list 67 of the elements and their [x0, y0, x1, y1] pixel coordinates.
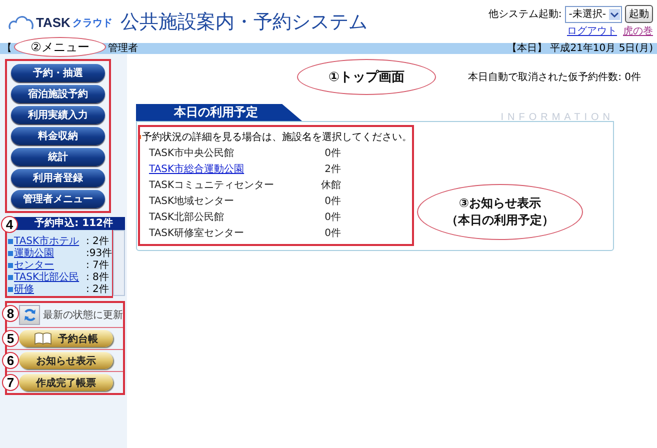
usage-count: 休館 — [320, 179, 341, 192]
facility-name: TASKコミュニティセンター — [149, 179, 276, 192]
usage-count: 0件 — [324, 147, 341, 160]
facility-link[interactable]: センター — [14, 258, 84, 272]
menu-button[interactable]: 統計 — [11, 148, 105, 166]
brand-sub: クラウド — [72, 16, 112, 30]
facility-name: TASK研修室センター — [149, 226, 246, 240]
system-select[interactable]: -未選択- — [564, 6, 622, 22]
scrollbar[interactable] — [113, 230, 125, 296]
facility-link[interactable]: TASK北部公民 — [14, 270, 84, 284]
usage-count: 0件 — [324, 227, 341, 240]
book-icon — [34, 332, 52, 345]
menu-button[interactable]: 管理者メニュー — [11, 190, 105, 208]
request-count: : 2件 — [86, 283, 109, 296]
facility-link[interactable]: 運動公園 — [14, 246, 84, 260]
callout-number: 4 — [1, 216, 18, 233]
usage-count: 2件 — [324, 163, 341, 176]
callout-number: 7 — [2, 374, 19, 391]
header-link[interactable]: 虎の巻 — [623, 24, 653, 38]
today-date: 【本日】 平成21年10月 5日(月) — [507, 43, 653, 54]
facility-name: TASK地域センター — [149, 194, 236, 208]
menu-button[interactable]: 料金収納 — [11, 127, 105, 145]
cancelled-notice: 本日自動で取消された仮予約件数: 0件 — [468, 70, 641, 85]
facility-name: TASK市中央公民館 — [149, 146, 236, 160]
user-label: 【 — [2, 43, 12, 54]
menu-button[interactable]: 予約・抽選 — [11, 64, 105, 82]
usage-count: 0件 — [324, 195, 341, 208]
request-count: : 2件 — [86, 235, 109, 248]
user-role: 管理者 — [108, 43, 138, 54]
action-button[interactable]: お知らせ表示 — [19, 352, 113, 369]
request-count: : 7件 — [86, 259, 109, 272]
callout-number: 5 — [2, 330, 19, 347]
refresh-button[interactable] — [19, 305, 40, 325]
app-title: 公共施設案内・予約システム — [120, 10, 368, 34]
callout-text: （本日の利用予定） — [446, 212, 554, 229]
ledger-button[interactable]: 予約台帳 — [19, 330, 113, 347]
bullet-icon — [8, 274, 13, 280]
menu-button[interactable]: 利用者登録 — [11, 169, 105, 187]
menu-button[interactable]: 利用実績入力 — [11, 106, 105, 124]
bullet-icon — [8, 238, 13, 244]
callout-number: 6 — [2, 352, 19, 369]
menu-button[interactable]: 宿泊施設予約 — [11, 85, 105, 103]
header-link[interactable]: ログアウト — [567, 24, 617, 38]
refresh-label: 最新の状態に更新 — [43, 308, 123, 322]
bullet-icon — [8, 262, 13, 268]
section-watermark: INFORMATION — [500, 112, 614, 123]
request-count: :93件 — [86, 247, 112, 260]
bullet-icon — [8, 286, 13, 292]
bullet-icon — [8, 250, 13, 256]
request-count: : 8件 — [86, 271, 109, 284]
cloud-icon — [8, 14, 34, 30]
schedule-hint: 予約状況の詳細を見る場合は、施設名を選択してください。 — [142, 130, 412, 144]
action-button[interactable]: 作成完了帳票 — [19, 374, 113, 391]
facility-link[interactable]: TASK市ホテル — [14, 234, 84, 248]
dropdown-caret-icon — [609, 8, 620, 20]
facility-name: TASK北部公民館 — [149, 210, 226, 224]
launch-button[interactable]: 起動 — [625, 5, 653, 23]
callout-text: ②メニュー — [30, 38, 90, 56]
callout-text: ①トップ画面 — [328, 68, 404, 86]
facility-link[interactable]: TASK市総合運動公園 — [149, 162, 301, 176]
brand-logo: TASK — [36, 14, 70, 30]
refresh-icon — [22, 308, 36, 322]
facility-link[interactable]: 研修 — [14, 282, 84, 296]
callout-text: ③お知らせ表示 — [458, 195, 542, 212]
callout-number: 8 — [2, 305, 19, 322]
launcher-label: 他システム起動: — [488, 8, 562, 21]
usage-count: 0件 — [324, 211, 341, 224]
